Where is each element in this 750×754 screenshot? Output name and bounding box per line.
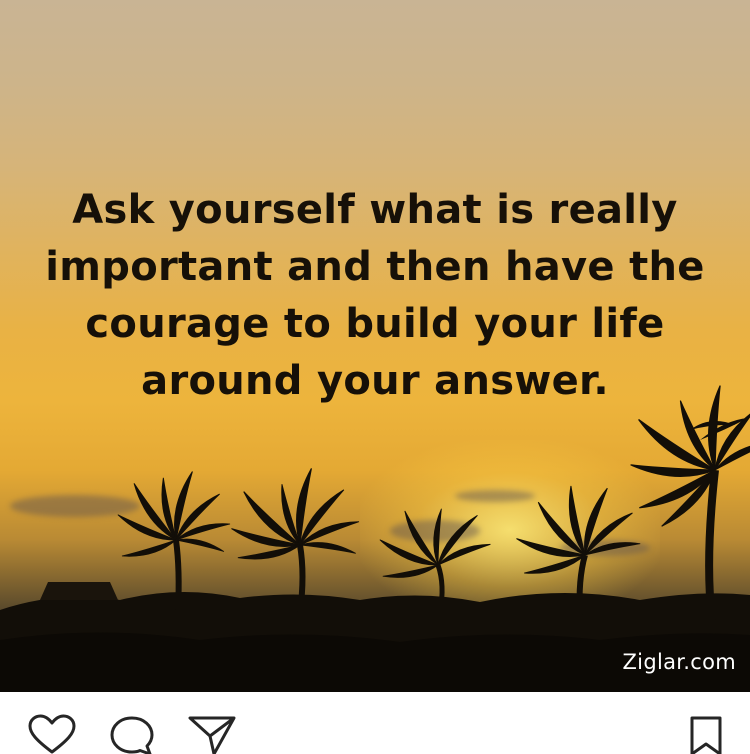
heart-icon[interactable] [26, 714, 78, 754]
post-action-bar [0, 692, 750, 754]
comment-icon[interactable] [106, 714, 158, 754]
share-icon[interactable] [186, 714, 238, 754]
bookmark-icon[interactable] [680, 714, 732, 754]
palm-tree-silhouettes [0, 384, 750, 692]
post-image[interactable]: Ask yourself what is really important an… [0, 0, 750, 692]
watermark: Ziglar.com [622, 650, 736, 674]
